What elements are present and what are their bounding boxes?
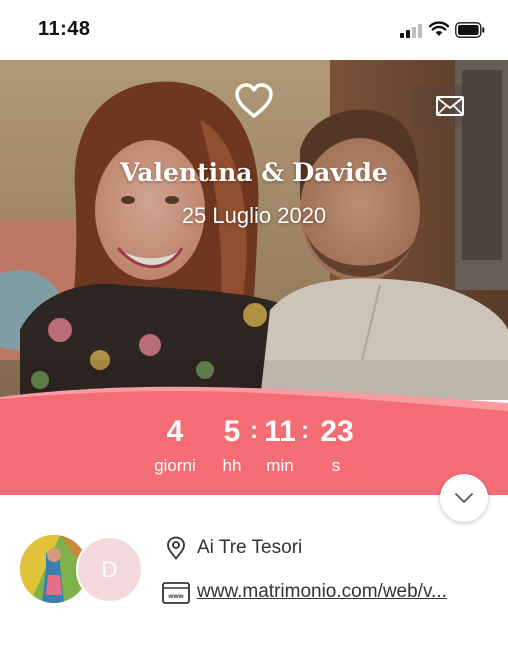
countdown-days-label: giorni <box>154 456 196 475</box>
countdown-separator: : <box>250 417 258 444</box>
chevron-down-icon <box>455 493 473 503</box>
battery-icon <box>455 22 485 38</box>
web-page-icon: www <box>162 582 190 604</box>
countdown-separator: : <box>301 417 309 444</box>
countdown-hours-value: 5 <box>223 415 241 448</box>
countdown-minutes-value: 11 <box>264 415 296 448</box>
wifi-icon <box>429 21 449 36</box>
venue-name: Ai Tre Tesori <box>197 537 303 558</box>
avatar[interactable]: D <box>76 536 143 603</box>
hero-banner: Valentina & Davide 25 Luglio 2020 <box>0 60 508 400</box>
countdown-seconds-value: 23 <box>320 415 354 448</box>
countdown-days-value: 4 <box>166 415 184 448</box>
svg-text:www: www <box>167 593 184 600</box>
countdown-hours-label: hh <box>222 456 242 475</box>
avatar-initial: D <box>101 556 118 582</box>
scroll-down-button[interactable] <box>440 474 488 522</box>
status-time: 11:48 <box>38 18 91 40</box>
status-bar: 11:48 <box>0 0 508 60</box>
countdown-seconds-label: s <box>331 456 341 475</box>
message-button[interactable] <box>412 85 488 127</box>
cellular-signal-icon <box>400 24 422 38</box>
location-pin-icon <box>167 536 185 560</box>
envelope-icon <box>436 96 464 116</box>
heart-icon <box>235 83 273 118</box>
couple-names: Valentina & Davide <box>120 158 388 187</box>
website-link[interactable]: www.matrimonio.com/web/v... <box>197 581 447 603</box>
wedding-date: 25 Luglio 2020 <box>181 203 327 228</box>
countdown-minutes-label: min <box>266 456 294 475</box>
